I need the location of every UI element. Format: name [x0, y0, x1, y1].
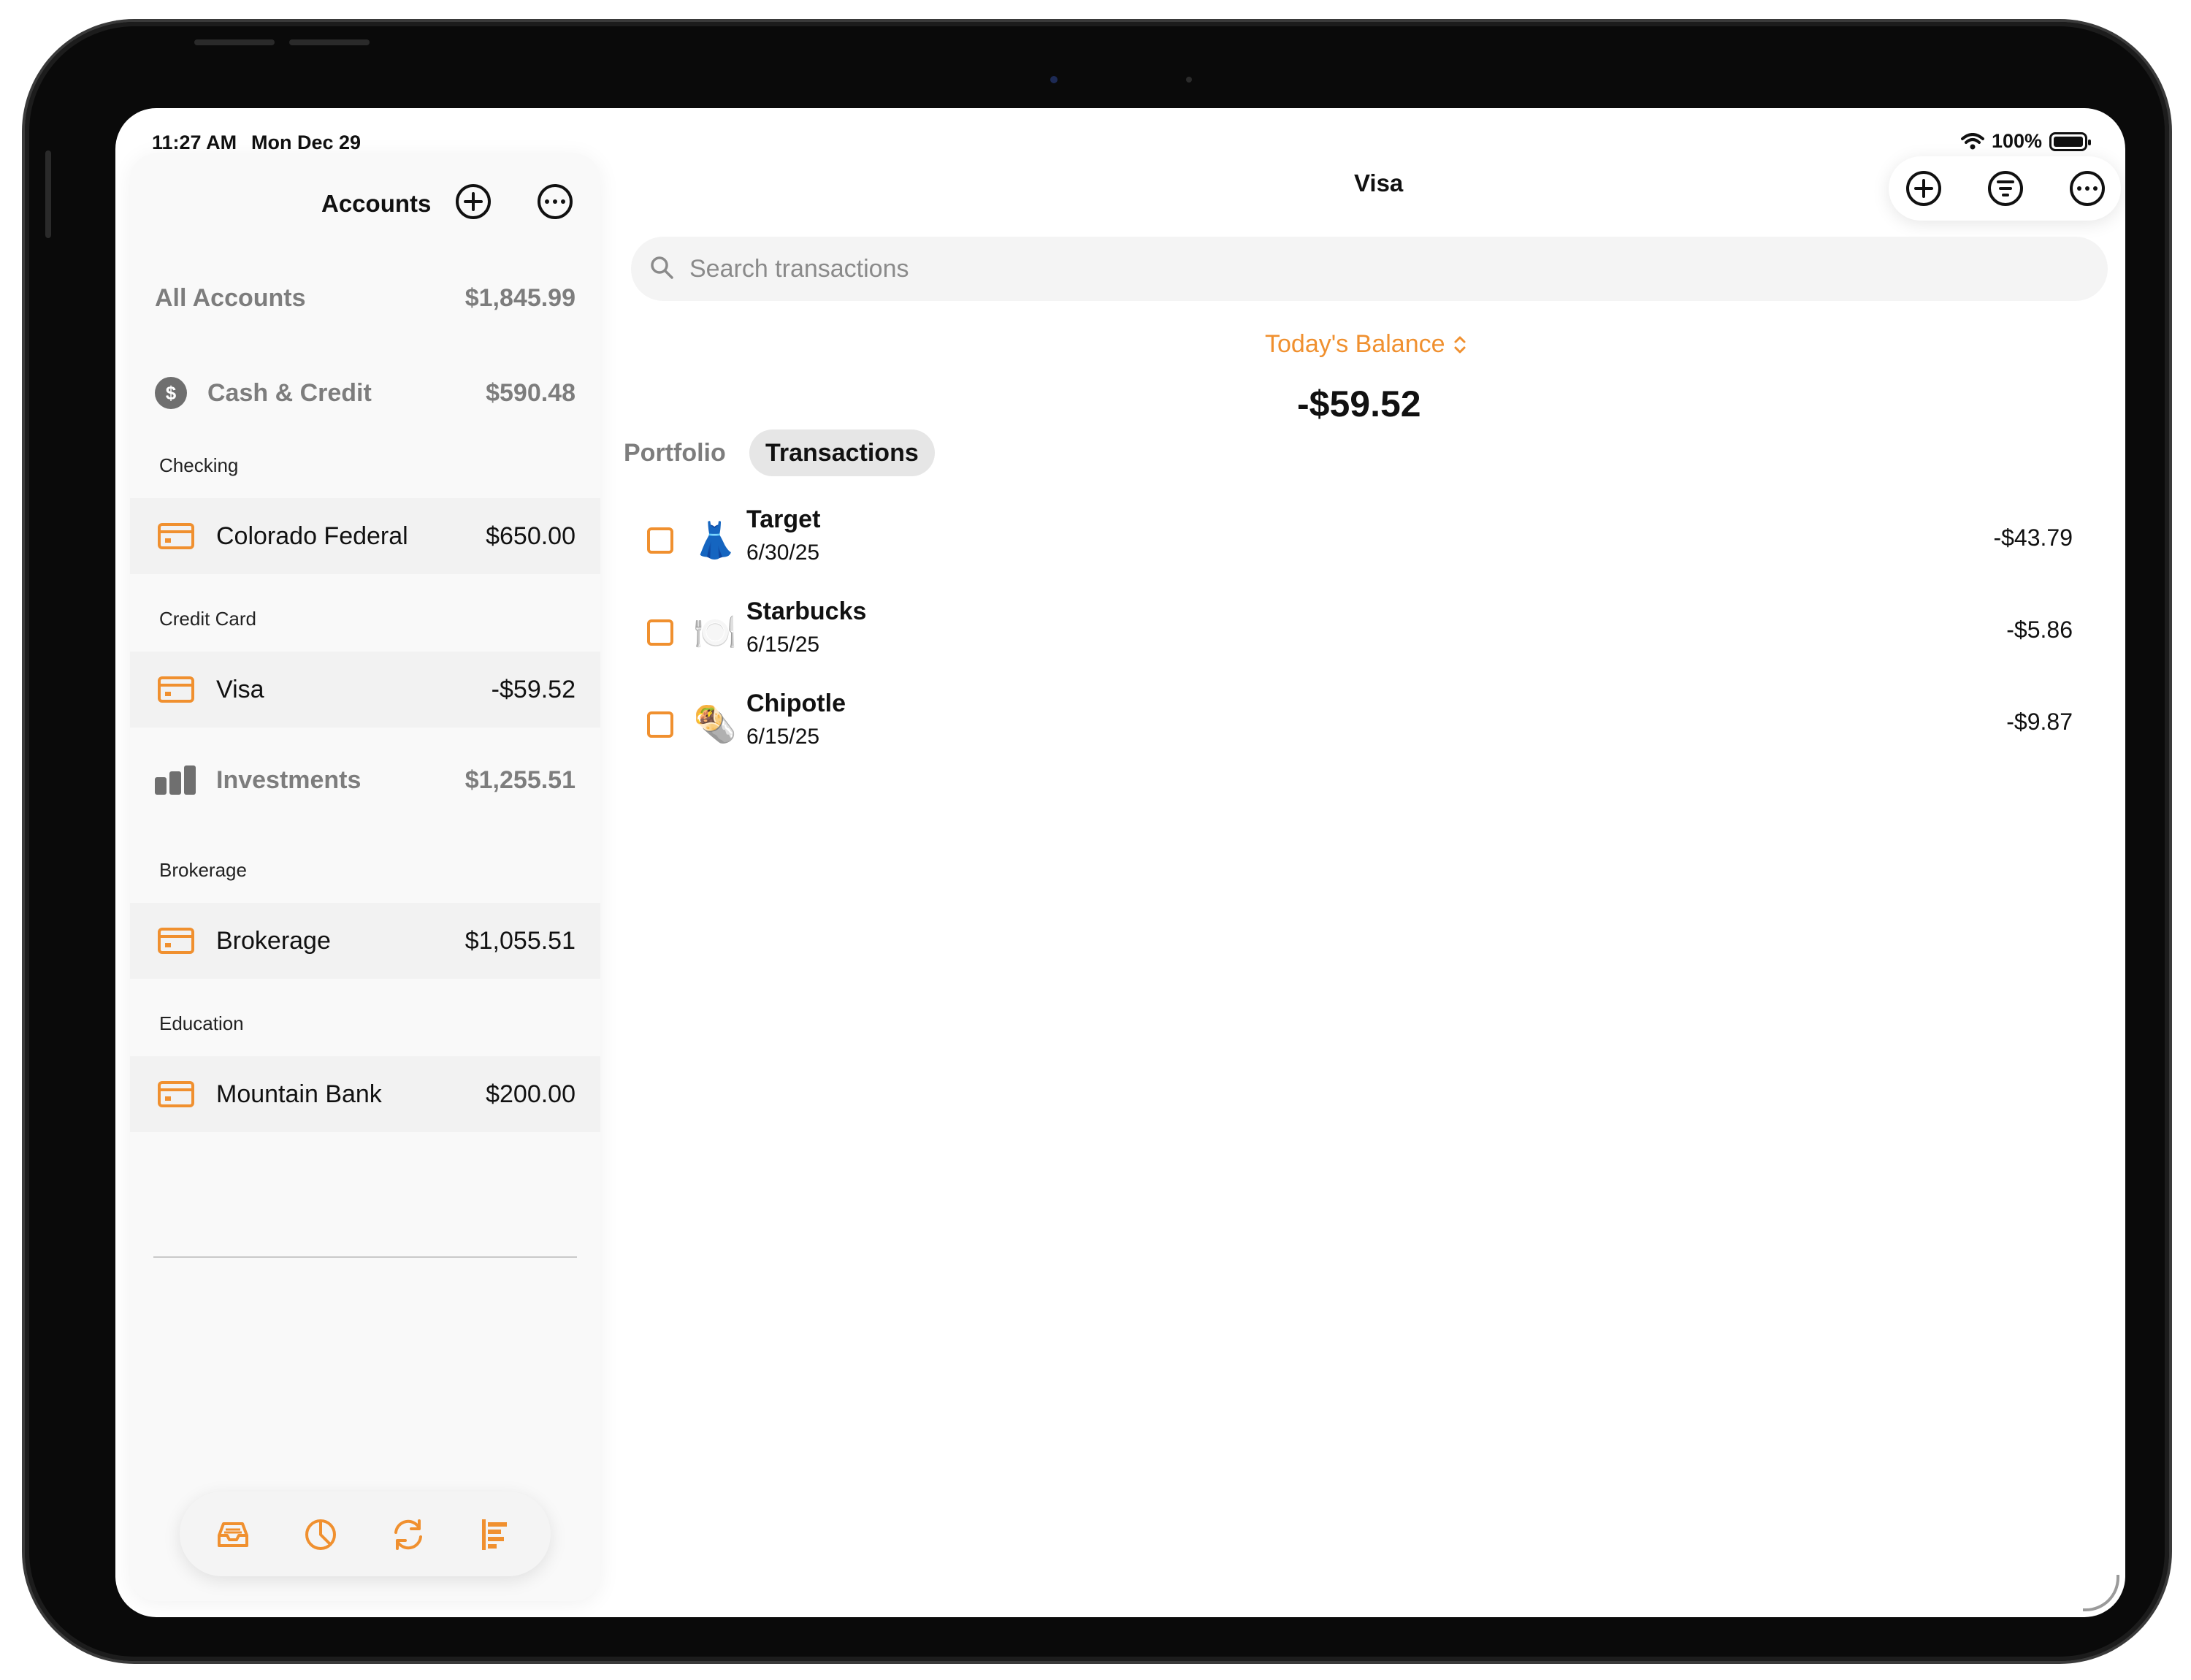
- screen: 11:27 AM Mon Dec 29 100% Accounts All Ac…: [115, 108, 2125, 1617]
- ellipsis-icon: [545, 199, 565, 204]
- transaction-checkbox[interactable]: [647, 711, 673, 738]
- sidebar-item-mountain-bank[interactable]: Mountain Bank $200.00: [130, 1056, 600, 1132]
- transaction-date: 6/15/25: [746, 633, 820, 657]
- account-name: Visa: [216, 675, 264, 703]
- category-dress-icon: 👗: [693, 521, 737, 560]
- sidebar-item-all-accounts[interactable]: All Accounts $1,845.99: [130, 276, 600, 320]
- status-date: Mon Dec 29: [251, 131, 362, 153]
- bottom-tabbar: [180, 1492, 551, 1576]
- sensor: [1186, 77, 1192, 83]
- report-icon[interactable]: [478, 1516, 514, 1553]
- section-label-checking: Checking: [159, 454, 239, 476]
- chevron-up-down-icon: [1454, 336, 1466, 353]
- group-amount: $590.48: [486, 378, 576, 407]
- pie-chart-icon[interactable]: [302, 1516, 339, 1553]
- account-amount: $650.00: [486, 522, 576, 550]
- category-burrito-icon: 🌯: [693, 705, 737, 744]
- account-amount: -$59.52: [491, 675, 576, 703]
- more-button[interactable]: [2070, 171, 2105, 206]
- transaction-row[interactable]: 🍽️ Starbucks 6/15/25 -$5.86: [627, 592, 2102, 672]
- battery-icon: [2049, 131, 2091, 151]
- credit-card-icon: [158, 523, 194, 549]
- section-label-education: Education: [159, 1012, 244, 1034]
- transaction-name: Chipotle: [746, 690, 846, 717]
- balance-selector[interactable]: Today's Balance: [1265, 330, 1467, 359]
- side-button: [45, 150, 51, 238]
- bar-chart-icon: [155, 765, 197, 795]
- credit-card-icon: [158, 676, 194, 703]
- main-toolbar: [1889, 156, 2121, 221]
- ellipsis-icon: [2077, 186, 2098, 191]
- credit-card-icon: [158, 928, 194, 954]
- all-accounts-amount: $1,845.99: [464, 283, 576, 312]
- dollar-circle-icon: $: [155, 377, 187, 409]
- accounts-sidebar: Accounts All Accounts $1,845.99 $ Cash &…: [130, 153, 600, 1601]
- group-label: Cash & Credit: [207, 378, 372, 407]
- group-label: Investments: [216, 765, 362, 794]
- transaction-row[interactable]: 🌯 Chipotle 6/15/25 -$9.87: [627, 684, 2102, 764]
- account-name: Brokerage: [216, 926, 331, 955]
- account-name: Mountain Bank: [216, 1080, 382, 1108]
- transaction-amount: -$43.79: [1993, 524, 2073, 551]
- transaction-name: Target: [746, 505, 821, 533]
- ipad-frame: 11:27 AM Mon Dec 29 100% Accounts All Ac…: [25, 22, 2169, 1661]
- transaction-checkbox[interactable]: [647, 527, 673, 554]
- top-button: [289, 39, 370, 45]
- search-icon: [651, 256, 673, 279]
- inbox-icon[interactable]: [215, 1516, 251, 1553]
- sidebar-group-investments[interactable]: Investments $1,255.51: [130, 757, 600, 803]
- sidebar-header: Accounts: [130, 171, 600, 229]
- section-label-credit-card: Credit Card: [159, 608, 256, 630]
- balance-value: -$59.52: [1297, 383, 1421, 424]
- transaction-date: 6/30/25: [746, 541, 820, 565]
- sync-icon[interactable]: [390, 1516, 427, 1553]
- tab-transactions[interactable]: Transactions: [749, 429, 935, 476]
- account-name: Colorado Federal: [216, 522, 408, 550]
- sidebar-title: Accounts: [321, 190, 432, 217]
- filter-button[interactable]: [1988, 171, 2023, 206]
- top-button: [194, 39, 275, 45]
- search-input[interactable]: [689, 250, 2004, 288]
- sidebar-item-visa[interactable]: Visa -$59.52: [130, 652, 600, 728]
- tab-label: Transactions: [765, 438, 919, 467]
- wifi-icon: [1960, 132, 1984, 149]
- battery-percent: 100%: [1991, 130, 2042, 152]
- transaction-checkbox[interactable]: [647, 619, 673, 646]
- account-amount: $1,055.51: [464, 926, 576, 955]
- category-dining-icon: 🍽️: [693, 613, 737, 652]
- search-bar[interactable]: [631, 237, 2108, 301]
- balance-label: Today's Balance: [1265, 330, 1445, 358]
- plus-icon: [1914, 179, 1933, 198]
- status-right: 100%: [1960, 130, 2091, 153]
- section-label-brokerage: Brokerage: [159, 859, 247, 881]
- plus-icon: [464, 192, 483, 211]
- all-accounts-label: All Accounts: [155, 283, 306, 312]
- add-account-button[interactable]: [456, 184, 491, 219]
- tab-portfolio[interactable]: Portfolio: [624, 429, 726, 476]
- group-amount: $1,255.51: [464, 765, 576, 794]
- account-amount: $200.00: [486, 1080, 576, 1108]
- front-camera: [1050, 76, 1058, 83]
- filter-icon: [1997, 180, 2014, 196]
- transaction-row[interactable]: 👗 Target 6/30/25 -$43.79: [627, 500, 2102, 580]
- transaction-name: Starbucks: [746, 597, 867, 625]
- tab-label: Portfolio: [624, 438, 726, 467]
- status-bar: 11:27 AM Mon Dec 29 100%: [115, 120, 2125, 153]
- sidebar-item-brokerage[interactable]: Brokerage $1,055.51: [130, 903, 600, 979]
- sidebar-more-button[interactable]: [538, 184, 573, 219]
- sidebar-group-cash-credit[interactable]: $ Cash & Credit $590.48: [130, 370, 600, 416]
- status-time: 11:27 AM: [152, 131, 237, 153]
- transaction-amount: -$5.86: [2006, 616, 2073, 643]
- add-transaction-button[interactable]: [1906, 171, 1941, 206]
- page-title: Visa: [1354, 169, 1404, 196]
- window-resize-handle[interactable]: [2083, 1575, 2119, 1611]
- transaction-amount: -$9.87: [2006, 709, 2073, 735]
- sidebar-divider: [153, 1256, 577, 1258]
- transaction-date: 6/15/25: [746, 725, 820, 749]
- credit-card-icon: [158, 1081, 194, 1107]
- sidebar-item-colorado-federal[interactable]: Colorado Federal $650.00: [130, 498, 600, 574]
